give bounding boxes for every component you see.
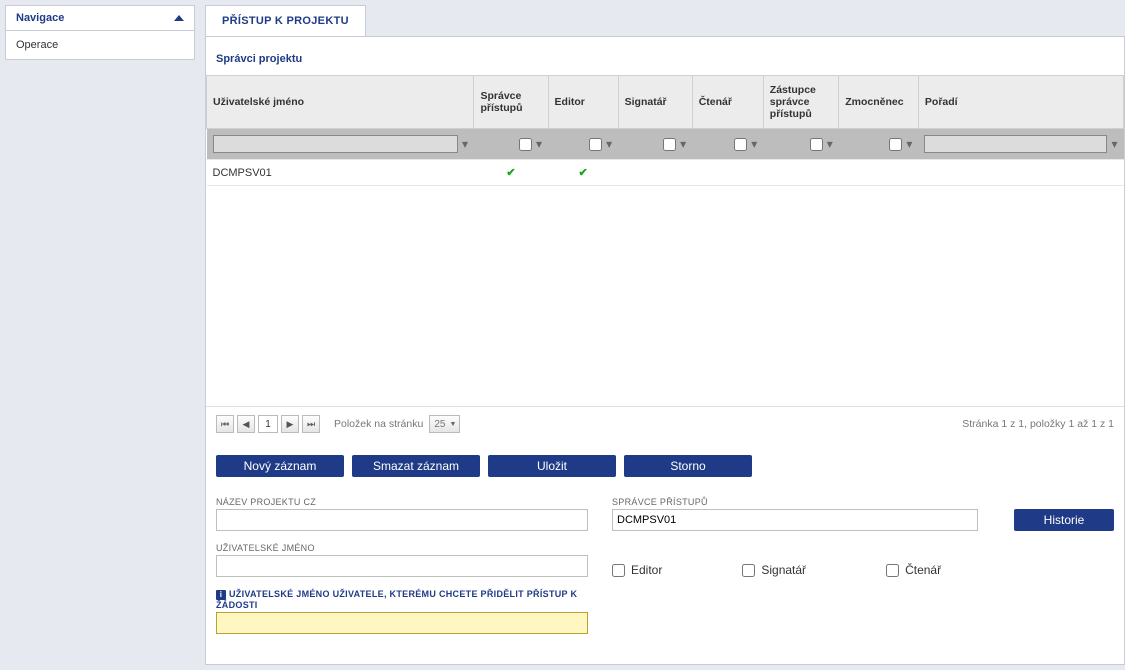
pager-per-value: 25 [434, 419, 445, 430]
editor-check-label: Editor [631, 563, 662, 577]
delete-record-button[interactable]: Smazat záznam [352, 455, 480, 477]
editor-checkbox[interactable] [612, 564, 625, 577]
col-header-admin[interactable]: Správce přístupů [474, 76, 548, 129]
signatory-check-label: Signatář [761, 563, 806, 577]
col-header-order[interactable]: Pořadí [918, 76, 1123, 129]
col-header-reader[interactable]: Čtenář [692, 76, 763, 129]
chevron-up-icon [174, 15, 184, 21]
pager-last[interactable]: ⏭ [302, 415, 320, 433]
history-button[interactable]: Historie [1014, 509, 1114, 531]
filter-icon[interactable]: ▾ [827, 137, 833, 151]
pager-next[interactable]: ▶ [281, 415, 299, 433]
filter-icon[interactable]: ▾ [536, 137, 542, 151]
cancel-button[interactable]: Storno [624, 455, 752, 477]
filter-editor-checkbox[interactable] [589, 138, 602, 151]
project-name-label: NÁZEV PROJEKTU CZ [216, 497, 588, 507]
pager-prev[interactable]: ◀ [237, 415, 255, 433]
assign-user-label: iUŽIVATELSKÉ JMÉNO UŽIVATELE, KTERÉMU CH… [216, 589, 588, 610]
col-header-deputy[interactable]: Zástupce správce přístupů [763, 76, 838, 129]
pager-bar: ⏮ ◀ ▶ ⏭ Položek na stránku 25 Stránka 1 … [206, 406, 1124, 443]
filter-icon[interactable]: ▾ [751, 137, 757, 151]
col-header-username[interactable]: Uživatelské jméno [207, 76, 474, 129]
tab-project-access[interactable]: PŘÍSTUP K PROJEKTU [205, 5, 366, 36]
table-row[interactable]: DCMPSV01 ✔ ✔ [207, 160, 1124, 186]
save-button[interactable]: Uložit [488, 455, 616, 477]
reader-checkbox-wrap[interactable]: Čtenář [886, 563, 941, 577]
check-icon: ✔ [554, 166, 612, 179]
nav-panel: Navigace Operace [5, 5, 195, 60]
tab-label: PŘÍSTUP K PROJEKTU [222, 15, 349, 27]
col-header-signatory[interactable]: Signatář [618, 76, 692, 129]
content-box: Správci projektu Uživatelské jméno Správ… [205, 36, 1125, 665]
filter-admin-checkbox[interactable] [519, 138, 532, 151]
pager-summary: Stránka 1 z 1, položky 1 až 1 z 1 [962, 418, 1114, 430]
admin-label: SPRÁVCE PŘÍSTUPŮ [612, 497, 978, 507]
admin-input[interactable] [612, 509, 978, 531]
admins-grid: Uživatelské jméno Správce přístupů Edito… [206, 75, 1124, 186]
filter-deputy-checkbox[interactable] [810, 138, 823, 151]
editor-checkbox-wrap[interactable]: Editor [612, 563, 662, 577]
filter-username[interactable] [213, 135, 458, 153]
signatory-checkbox-wrap[interactable]: Signatář [742, 563, 806, 577]
project-name-input[interactable] [216, 509, 588, 531]
assign-user-input[interactable] [216, 612, 588, 634]
pager-per-select[interactable]: 25 [429, 415, 460, 433]
filter-icon[interactable]: ▾ [462, 137, 468, 151]
col-header-proxy[interactable]: Zmocněnec [839, 76, 919, 129]
filter-icon[interactable]: ▾ [680, 137, 686, 151]
signatory-checkbox[interactable] [742, 564, 755, 577]
filter-icon[interactable]: ▾ [1111, 137, 1117, 151]
section-title: Správci projektu [206, 37, 1124, 75]
username-input[interactable] [216, 555, 588, 577]
reader-checkbox[interactable] [886, 564, 899, 577]
col-header-editor[interactable]: Editor [548, 76, 618, 129]
info-icon: i [216, 590, 226, 600]
nav-item-label: Operace [16, 39, 58, 51]
nav-title: Navigace [16, 12, 64, 24]
filter-reader-checkbox[interactable] [734, 138, 747, 151]
username-label: UŽIVATELSKÉ JMÉNO [216, 543, 588, 553]
filter-signatory-checkbox[interactable] [663, 138, 676, 151]
pager-first[interactable]: ⏮ [216, 415, 234, 433]
filter-proxy-checkbox[interactable] [889, 138, 902, 151]
pager-per-label: Položek na stránku [334, 418, 423, 430]
filter-icon[interactable]: ▾ [906, 137, 912, 151]
nav-header[interactable]: Navigace [6, 6, 194, 31]
filter-icon[interactable]: ▾ [606, 137, 612, 151]
new-record-button[interactable]: Nový záznam [216, 455, 344, 477]
pager-page-input[interactable] [258, 415, 278, 433]
cell-username: DCMPSV01 [213, 167, 272, 179]
check-icon: ✔ [480, 166, 542, 179]
filter-order[interactable] [924, 135, 1107, 153]
nav-item-operace[interactable]: Operace [6, 31, 194, 59]
reader-check-label: Čtenář [905, 563, 941, 577]
